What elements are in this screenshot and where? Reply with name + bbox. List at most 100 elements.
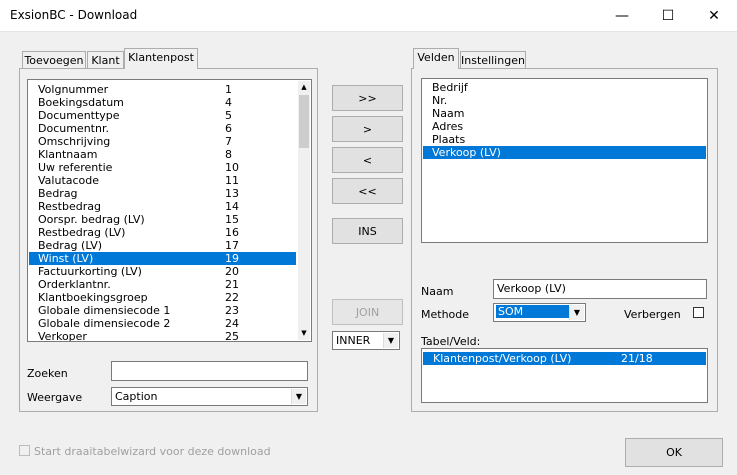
list-item-label: Verkoper [38, 330, 87, 342]
title-bar: ExsionBC - Download — ☐ ✕ [0, 0, 737, 32]
wizard-label: Start draaitabelwizard voor deze downloa… [34, 445, 271, 458]
list-item-label: Factuurkorting (LV) [38, 265, 142, 278]
list-item-number: 10 [225, 161, 239, 174]
join-button[interactable]: JOIN [332, 299, 403, 325]
join-type-select[interactable]: INNER ▼ [332, 331, 400, 350]
methode-value: SOM [496, 305, 572, 318]
list-item[interactable]: Klantboekingsgroep 22 [29, 291, 296, 304]
tab-toevoegen[interactable]: Toevoegen [22, 51, 86, 69]
tab-klant[interactable]: Klant [87, 51, 124, 69]
list-item[interactable]: Omschrijving 7 [29, 135, 296, 148]
methode-label: Methode [421, 308, 470, 321]
list-item[interactable]: Oorspr. bedrag (LV) 15 [29, 213, 296, 226]
list-item-label: Globale dimensiecode 2 [38, 317, 171, 330]
list-item-label: Orderklantnr. [38, 278, 111, 291]
list-item-label: Volgnummer [38, 83, 109, 96]
close-button[interactable]: ✕ [691, 0, 737, 31]
list-item-number: 24 [225, 317, 239, 330]
list-item-label: Bedrag [38, 187, 78, 200]
chevron-down-icon[interactable]: ▼ [383, 333, 398, 348]
list-item[interactable]: Restbedrag (LV) 16 [29, 226, 296, 239]
minimize-button[interactable]: — [599, 0, 645, 31]
list-item[interactable]: Bedrag 13 [29, 187, 296, 200]
list-item-number: 15 [225, 213, 239, 226]
list-item[interactable]: Bedrag (LV) 17 [29, 239, 296, 252]
tabel-veld-list[interactable]: Klantenpost/Verkoop (LV) 21/18 [421, 348, 708, 403]
field-list[interactable]: Verkoper 25 Globale dimensiecode 2 24 Global… [27, 79, 312, 342]
list-item-number: 6 [225, 122, 232, 135]
search-input[interactable] [111, 361, 308, 381]
list-item-number: 21 [225, 278, 239, 291]
list-item-label: Bedrag (LV) [38, 239, 103, 252]
list-item[interactable]: Naam [423, 107, 706, 120]
list-item-label: Adres [432, 120, 464, 133]
list-item[interactable]: Bedrijf [423, 81, 706, 94]
list-item-label: Verkoop (LV) [432, 146, 501, 159]
chevron-down-icon[interactable]: ▼ [569, 305, 584, 320]
chevron-down-icon[interactable]: ▼ [291, 389, 306, 404]
window-title: ExsionBC - Download [10, 8, 138, 22]
list-item-label: Valutacode [38, 174, 100, 187]
list-item-label: Plaats [432, 133, 466, 146]
field-list-scrollbar[interactable]: ▲ ▼ [298, 81, 310, 340]
naam-label: Naam [421, 285, 454, 298]
selected-fields-list[interactable]: Bedrijf Nr. Naam Adres Plaats Verkoop (LV) [421, 78, 708, 243]
ins-button[interactable]: INS [332, 218, 403, 244]
remove-all-button[interactable]: << [332, 178, 403, 204]
list-item[interactable]: Boekingsdatum 4 [29, 96, 296, 109]
list-item-label: Winst (LV) [38, 252, 94, 265]
list-item[interactable]: Factuurkorting (LV) 20 [29, 265, 296, 278]
list-item-label: Bedrijf [432, 81, 468, 94]
tab-klantenpost[interactable]: Klantenpost [124, 48, 198, 69]
search-label: Zoeken [27, 367, 68, 380]
list-item-number: 5 [225, 109, 232, 122]
tab-velden[interactable]: Velden [413, 48, 459, 69]
list-item-number: 13 [225, 187, 239, 200]
list-item[interactable]: Valutacode 11 [29, 174, 296, 187]
list-item-label: Nr. [432, 94, 448, 107]
list-item[interactable]: Klantnaam 8 [29, 148, 296, 161]
list-item[interactable]: Plaats [423, 133, 706, 146]
list-item[interactable]: Globale dimensiecode 2 24 [29, 317, 296, 330]
list-item[interactable]: Verkoper 25 [29, 330, 296, 342]
scroll-thumb[interactable] [299, 95, 309, 148]
list-item-label: Documenttype [38, 109, 120, 122]
add-all-button[interactable]: >> [332, 85, 403, 111]
display-select[interactable]: Caption ▼ [111, 387, 308, 406]
list-item-label: Klantnaam [38, 148, 98, 161]
verbergen-checkbox[interactable] [693, 307, 704, 318]
list-item[interactable]: Documenttype 5 [29, 109, 296, 122]
list-item[interactable]: Globale dimensiecode 1 23 [29, 304, 296, 317]
close-icon: ✕ [708, 7, 720, 24]
list-item-label: Boekingsdatum [38, 96, 124, 109]
naam-input[interactable]: Verkoop (LV) [493, 279, 707, 299]
list-item[interactable]: Winst (LV) 19 [29, 252, 296, 265]
join-type-value: INNER [336, 334, 371, 347]
list-item-label: Oorspr. bedrag (LV) [38, 213, 145, 226]
scroll-up-icon[interactable]: ▲ [298, 81, 310, 94]
add-button[interactable]: > [332, 116, 403, 142]
list-item-number: 23 [225, 304, 239, 317]
wizard-checkbox[interactable] [19, 445, 30, 456]
list-item-label: Globale dimensiecode 1 [38, 304, 171, 317]
list-item[interactable]: Nr. [423, 94, 706, 107]
methode-select[interactable]: SOM ▼ [493, 303, 586, 322]
remove-button[interactable]: < [332, 147, 403, 173]
tab-instellingen[interactable]: Instellingen [460, 51, 526, 69]
list-item[interactable]: Uw referentie 10 [29, 161, 296, 174]
ok-button[interactable]: OK [625, 438, 723, 467]
list-item[interactable]: Verkoop (LV) [423, 146, 706, 159]
list-item[interactable]: Volgnummer 1 [29, 83, 296, 96]
maximize-icon: ☐ [661, 7, 675, 24]
list-item-number: 17 [225, 239, 239, 252]
minimize-icon: — [615, 7, 629, 24]
verbergen-label: Verbergen [624, 308, 681, 321]
list-item[interactable]: Documentnr. 6 [29, 122, 296, 135]
maximize-button[interactable]: ☐ [645, 0, 691, 31]
list-item[interactable]: Orderklantnr. 21 [29, 278, 296, 291]
list-item[interactable]: Restbedrag 14 [29, 200, 296, 213]
tabel-veld-row[interactable]: Klantenpost/Verkoop (LV) 21/18 [423, 352, 706, 365]
scroll-down-icon[interactable]: ▼ [298, 327, 310, 340]
list-item[interactable]: Adres [423, 120, 706, 133]
list-item-number: 16 [225, 226, 239, 239]
